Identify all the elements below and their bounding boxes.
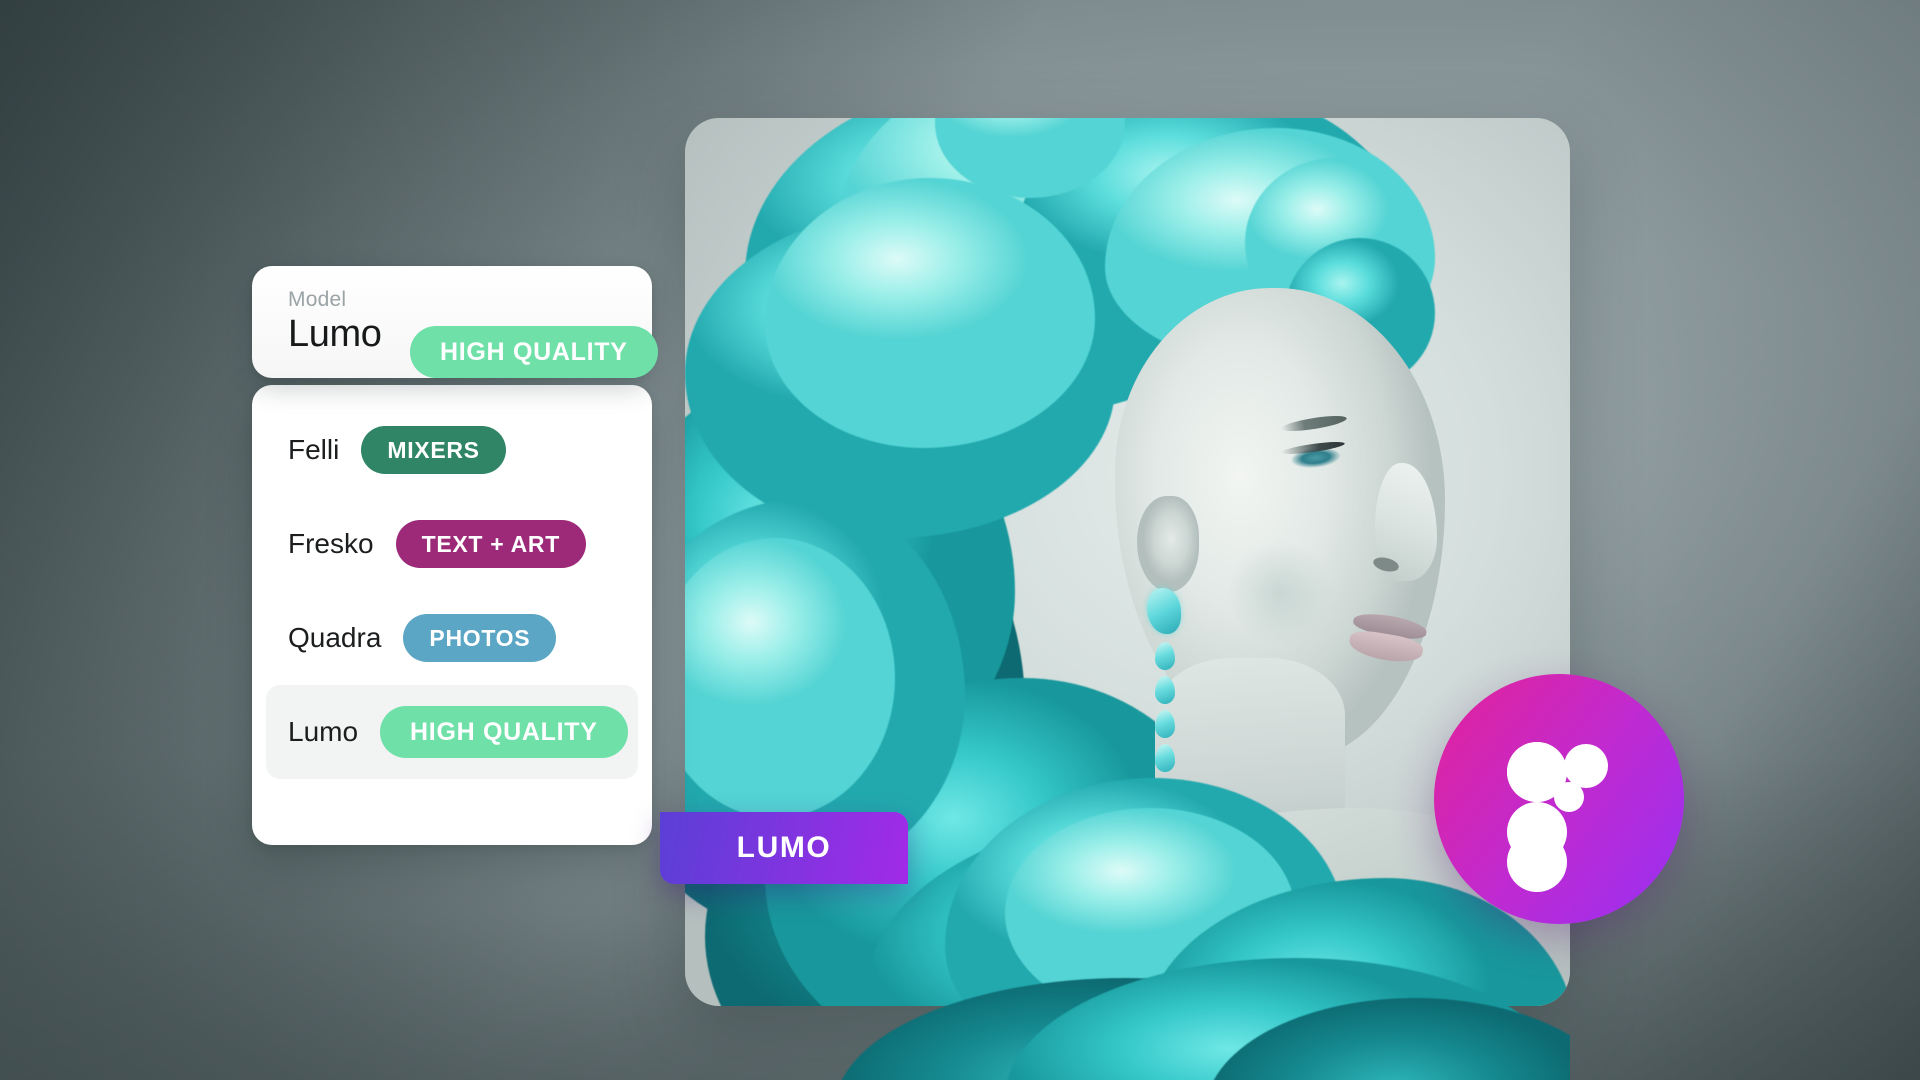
model-label: Model: [288, 288, 347, 311]
status-badge: MIXERS: [361, 426, 506, 474]
list-item[interactable]: Felli MIXERS: [252, 403, 652, 497]
model-option-name: Fresko: [288, 528, 374, 559]
ear-shape: [1137, 496, 1199, 592]
molecule-logo-icon: [1434, 674, 1684, 924]
status-badge: HIGH QUALITY: [410, 326, 658, 378]
earring-drop: [1155, 710, 1175, 738]
model-header-badge-slot: HIGH QUALITY: [410, 326, 658, 378]
cheek-shading: [1205, 518, 1355, 668]
model-option-name: Lumo: [288, 716, 359, 747]
brand-logo[interactable]: [1434, 674, 1684, 924]
earring-drop: [1155, 642, 1175, 670]
status-badge: HIGH QUALITY: [380, 706, 628, 758]
lumo-action-button[interactable]: LUMO: [660, 812, 908, 884]
model-option-name: Quadra: [288, 622, 382, 653]
earring-drop: [1155, 744, 1175, 772]
status-badge: PHOTOS: [403, 614, 557, 662]
earring-drop: [1155, 676, 1175, 704]
list-item-selected[interactable]: Lumo HIGH QUALITY: [266, 685, 638, 779]
list-item[interactable]: Fresko TEXT + ART: [252, 497, 652, 591]
model-selector-header[interactable]: Model Lumo HIGH QUALITY: [252, 266, 658, 378]
model-options-list[interactable]: Felli MIXERS Fresko TEXT + ART Quadra PH…: [252, 385, 652, 845]
hair-shape: [765, 178, 1095, 448]
lumo-button-label: LUMO: [736, 831, 832, 864]
list-item[interactable]: Quadra PHOTOS: [252, 591, 652, 685]
model-selected-value: Lumo: [288, 313, 382, 355]
status-badge: TEXT + ART: [395, 520, 586, 568]
model-option-name: Felli: [288, 434, 340, 465]
